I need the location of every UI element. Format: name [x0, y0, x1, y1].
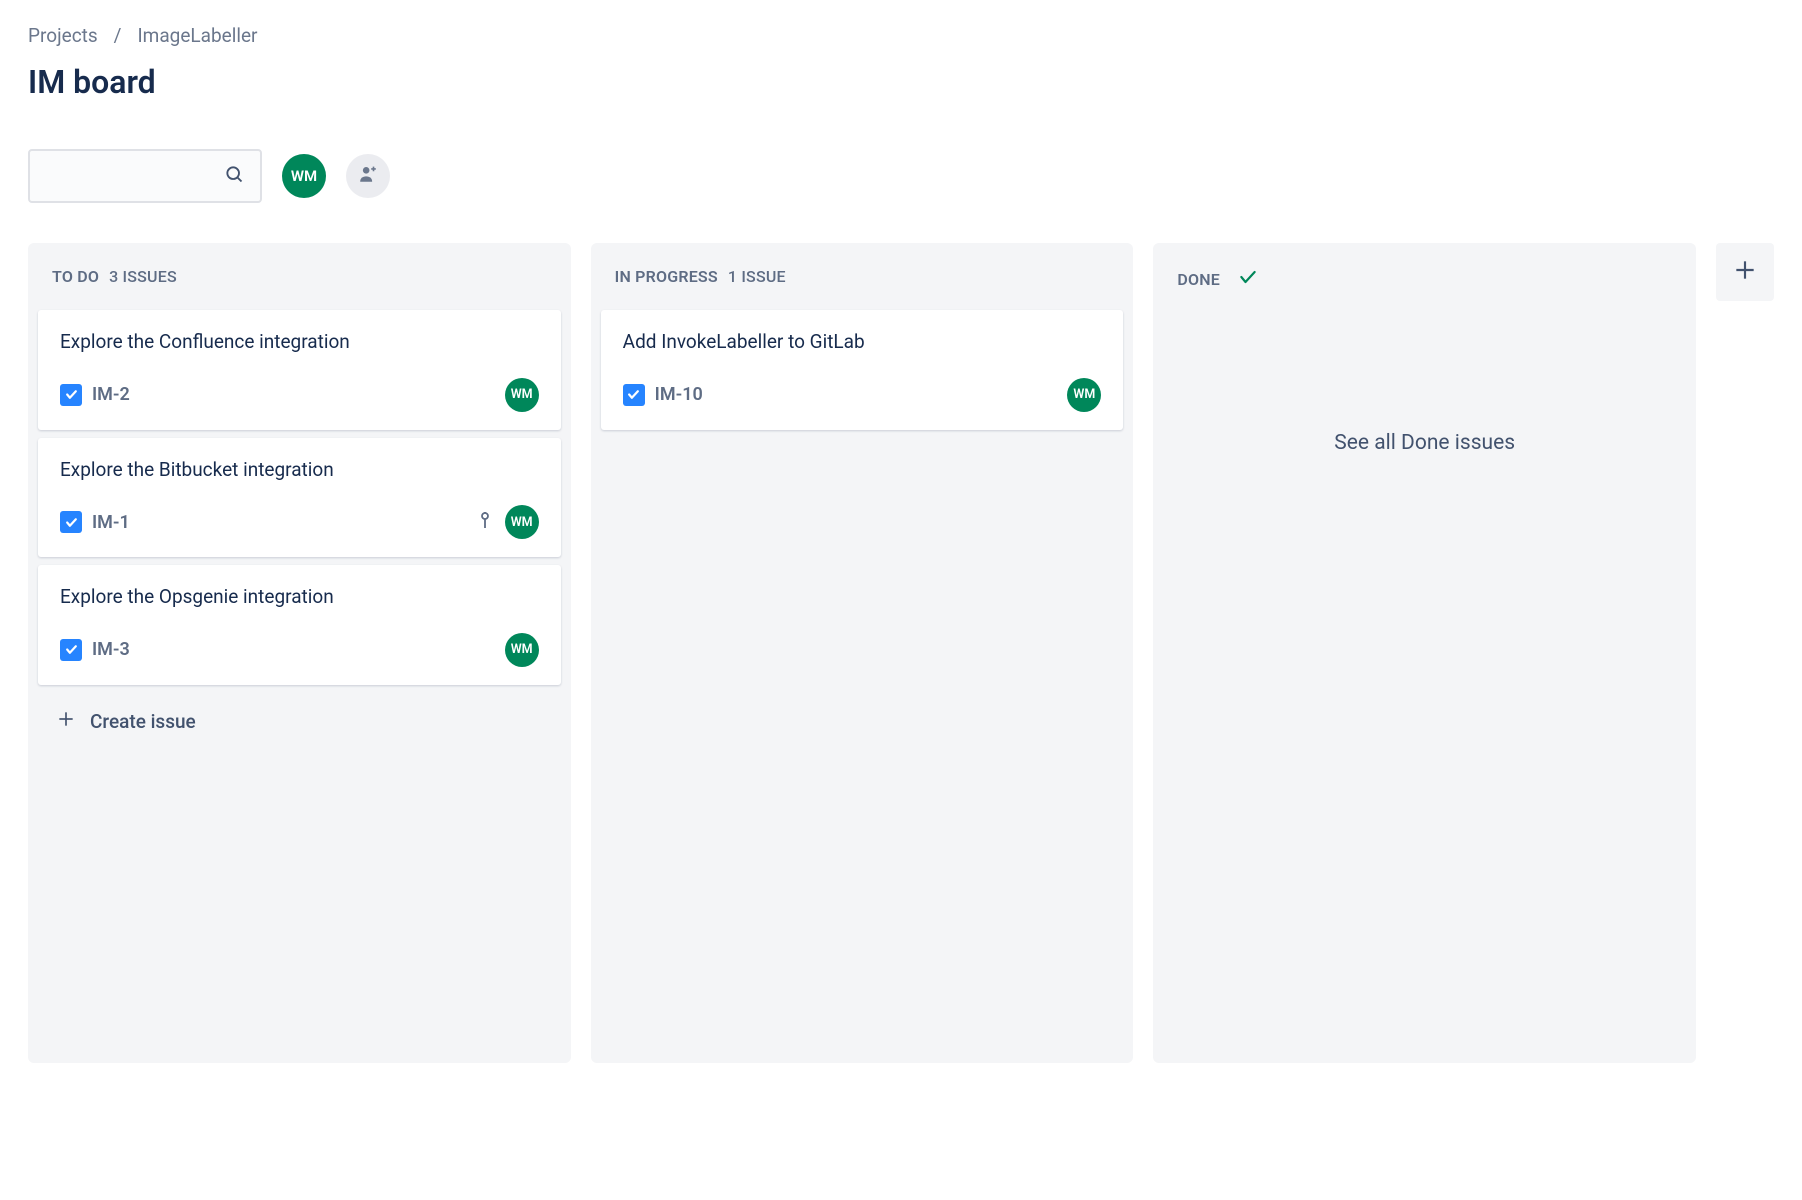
issue-card[interactable]: Explore the Opsgenie integration IM-3 WM: [38, 565, 561, 685]
add-column-button[interactable]: [1716, 243, 1774, 301]
issue-title: Explore the Opsgenie integration: [60, 583, 380, 611]
assignee-avatar[interactable]: WM: [505, 505, 539, 539]
issue-card[interactable]: Explore the Confluence integration IM-2 …: [38, 310, 561, 430]
column-done: DONE See all Done issues: [1153, 243, 1696, 1063]
user-avatar[interactable]: WM: [282, 154, 326, 198]
see-all-done-link[interactable]: See all Done issues: [1163, 315, 1686, 455]
task-icon: [60, 384, 82, 406]
column-title: DONE: [1177, 270, 1220, 289]
task-icon: [60, 511, 82, 533]
column-in-progress: IN PROGRESS 1 ISSUE Add InvokeLabeller t…: [591, 243, 1134, 1063]
breadcrumb-project-link[interactable]: ImageLabeller: [138, 24, 258, 47]
issue-title: Explore the Bitbucket integration: [60, 456, 380, 484]
issue-title: Add InvokeLabeller to GitLab: [623, 328, 1102, 356]
board-toolbar: WM: [28, 149, 1774, 203]
create-issue-label: Create issue: [90, 710, 196, 733]
task-icon: [60, 639, 82, 661]
issue-title: Explore the Confluence integration: [60, 328, 380, 356]
column-count: 3 ISSUES: [109, 267, 177, 286]
column-header-in-progress[interactable]: IN PROGRESS 1 ISSUE: [601, 257, 1124, 310]
add-person-icon: [357, 163, 379, 189]
column-title: IN PROGRESS: [615, 267, 718, 286]
issue-key: IM-3: [92, 639, 130, 660]
assignee-avatar[interactable]: WM: [505, 378, 539, 412]
assignee-avatar[interactable]: WM: [1067, 378, 1101, 412]
assignee-avatar[interactable]: WM: [505, 633, 539, 667]
search-input[interactable]: [17, 167, 224, 185]
priority-icon: [477, 510, 493, 534]
column-title: TO DO: [52, 267, 99, 286]
check-icon: [1238, 267, 1258, 291]
plus-icon: [1732, 257, 1758, 287]
breadcrumb: Projects / ImageLabeller: [28, 24, 1774, 47]
task-icon: [623, 384, 645, 406]
create-issue-button[interactable]: Create issue: [38, 693, 561, 750]
plus-icon: [56, 709, 76, 734]
column-todo: TO DO 3 ISSUES Explore the Confluence in…: [28, 243, 571, 1063]
search-icon: [224, 164, 244, 188]
search-box[interactable]: [28, 149, 262, 203]
issue-card[interactable]: Explore the Bitbucket integration IM-1 W…: [38, 438, 561, 558]
column-count: 1 ISSUE: [728, 267, 786, 286]
issue-key: IM-1: [92, 512, 130, 533]
issue-key: IM-10: [655, 384, 703, 405]
issue-key: IM-2: [92, 384, 130, 405]
column-header-done[interactable]: DONE: [1163, 257, 1686, 315]
breadcrumb-projects-link[interactable]: Projects: [28, 24, 98, 47]
add-people-button[interactable]: [346, 154, 390, 198]
page-title: IM board: [28, 63, 1774, 101]
kanban-board: TO DO 3 ISSUES Explore the Confluence in…: [28, 243, 1774, 1063]
breadcrumb-separator: /: [114, 24, 122, 47]
issue-card[interactable]: Add InvokeLabeller to GitLab IM-10 WM: [601, 310, 1124, 430]
column-header-todo[interactable]: TO DO 3 ISSUES: [38, 257, 561, 310]
